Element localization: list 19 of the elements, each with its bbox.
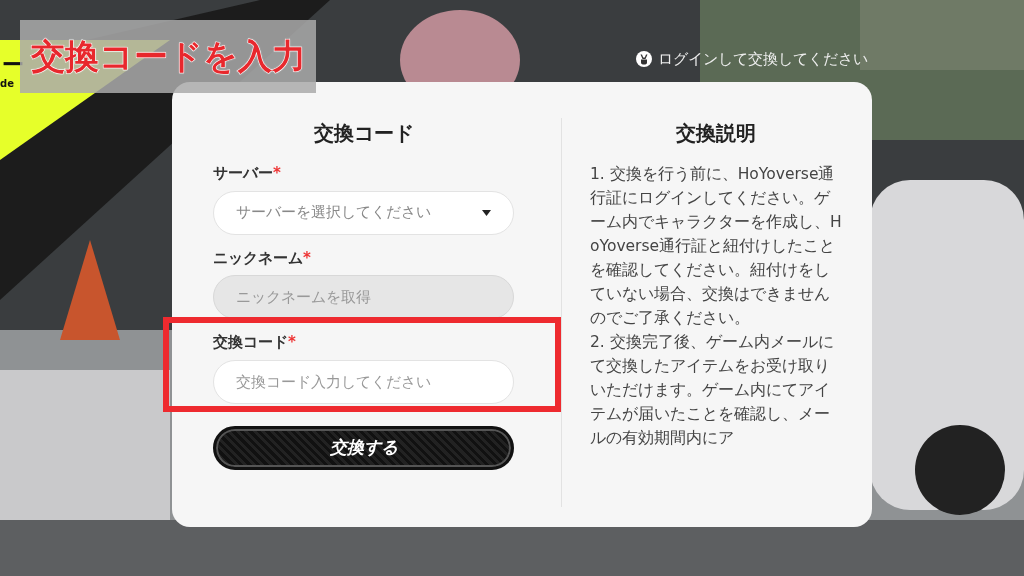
login-prompt[interactable]: ログインして交換してください xyxy=(658,48,868,71)
form-title: 交換コード xyxy=(312,120,415,147)
submit-button[interactable]: 交換する xyxy=(213,425,514,470)
required-mark: * xyxy=(288,333,296,351)
instruction-text: 1. 交換を行う前に、HoYoverse通行証にログインしてください。ゲーム内でキャラクターを作成し、HoYoverse通行証と紐付けしたことを確認してください。紐付けをしていない場合、交換はできませんのでご了承ください。 xyxy=(590,164,842,329)
field-label: ニックネーム xyxy=(213,248,303,267)
banner-title: ー xyxy=(2,51,24,79)
required-mark: * xyxy=(303,248,311,267)
required-mark: * xyxy=(273,164,281,182)
field-label: サーバー xyxy=(213,164,273,182)
instruction-text: 2. 交換完了後、ゲーム内メールにて交換したアイテムをお受け取りいただけます。ゲーム内にてアイテムが届いたことを確認し、メールの有効期間内にア xyxy=(590,332,835,449)
banner-subtitle: de xyxy=(0,77,14,91)
instructions-title: 交換説明 xyxy=(675,120,757,147)
bunny-icon xyxy=(636,51,652,68)
input-field[interactable]: 交換コード入力してください xyxy=(213,359,514,404)
field-label: 交換コード xyxy=(213,333,288,351)
server-select[interactable]: サーバーを選択してください xyxy=(213,190,514,235)
annotation-caption: 交換コードを入力 xyxy=(30,35,306,78)
caret-icon xyxy=(482,209,491,216)
